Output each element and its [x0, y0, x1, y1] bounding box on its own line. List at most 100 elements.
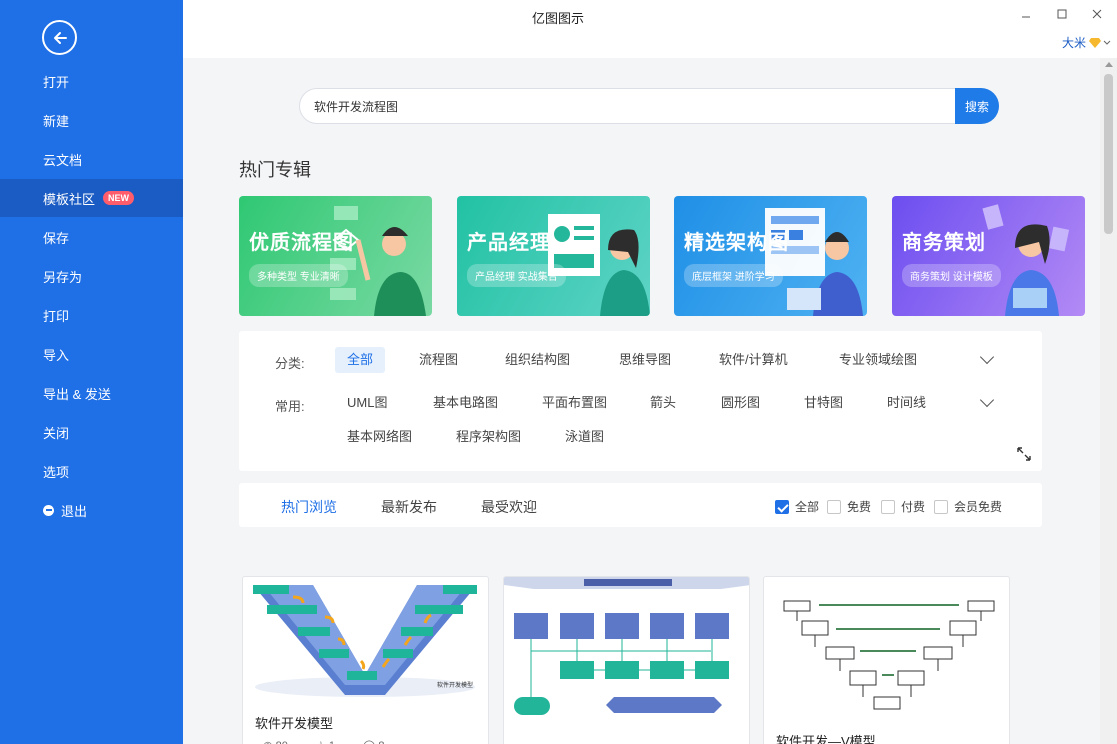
card-title: 软件开发—V模型	[776, 734, 876, 744]
new-badge: NEW	[103, 191, 135, 205]
sidebar-item-export-send[interactable]: 导出 & 发送	[0, 374, 183, 412]
category-professional[interactable]: 专业领域绘图	[827, 347, 929, 373]
common-floor-plan[interactable]: 平面布置图	[530, 390, 619, 416]
banner-business-plan[interactable]: 商务策划 商务策划 设计模板	[892, 196, 1085, 316]
close-window-button[interactable]	[1088, 6, 1106, 22]
thumb-up-icon: ☆	[316, 740, 326, 744]
filter-check-member-free[interactable]: 会员免费	[934, 498, 1002, 515]
username: 大米	[1061, 36, 1086, 50]
banner-product-manager[interactable]: 产品经理 产品经理 实战集合	[457, 196, 650, 316]
sort-tabs-panel: 热门浏览 最新发布 最受欢迎 全部 免费 付费 会员免费	[239, 483, 1042, 527]
vertical-scrollbar[interactable]	[1100, 58, 1117, 744]
search-button[interactable]: 搜索	[955, 88, 999, 124]
sidebar-item-open[interactable]: 打开	[0, 62, 183, 100]
common-gantt[interactable]: 甘特图	[792, 390, 855, 416]
sidebar-item-new[interactable]: 新建	[0, 101, 183, 139]
category-label: 分类:	[275, 356, 305, 371]
maximize-button[interactable]	[1053, 6, 1071, 22]
user-menu[interactable]: 大米	[1062, 34, 1111, 51]
flowchart-illustration	[330, 206, 426, 316]
sidebar: 打开 新建 云文档 模板社区 NEW 保存 另存为 打印 导入 导出 & 发送 关…	[0, 0, 183, 744]
banner-title: 精选架构图	[684, 232, 789, 254]
sidebar-item-save-as[interactable]: 另存为	[0, 257, 183, 295]
banner-title: 优质流程图	[249, 232, 354, 254]
template-card[interactable]: 软件开发模型 软件开发模型 ◉ 80 ☆ 1 ◯ 8	[242, 576, 489, 744]
card-stats: ◉ 80 ☆ 1 ◯ 8	[263, 739, 384, 744]
category-all[interactable]: 全部	[335, 347, 386, 373]
common-network[interactable]: 基本网络图	[335, 424, 424, 450]
checkbox[interactable]	[881, 499, 895, 514]
common-arrow[interactable]: 箭头	[638, 390, 688, 416]
sidebar-item-template-community[interactable]: 模板社区 NEW	[0, 179, 183, 217]
common-program-arch[interactable]: 程序架构图	[444, 424, 533, 450]
search-bar: 搜索	[299, 88, 999, 124]
maximize-icon	[1057, 9, 1067, 19]
sidebar-item-exit[interactable]: 退出	[0, 491, 183, 529]
minimize-button[interactable]	[1017, 6, 1035, 22]
sidebar-item-options[interactable]: 选项	[0, 452, 183, 490]
sidebar-item-close[interactable]: 关闭	[0, 413, 183, 451]
common-circle[interactable]: 圆形图	[709, 390, 772, 416]
minimize-icon	[1022, 16, 1030, 18]
tab-hot[interactable]: 热门浏览	[281, 497, 337, 517]
expand-icon[interactable]	[1016, 446, 1032, 465]
architecture-illustration	[765, 208, 863, 316]
tab-popular[interactable]: 最受欢迎	[481, 497, 537, 517]
filter-check-free[interactable]: 免费	[827, 498, 871, 515]
v-model-flow-thumbnail	[783, 600, 995, 710]
checkbox[interactable]	[775, 499, 789, 514]
back-button[interactable]	[42, 20, 77, 55]
banner-subtitle: 多种类型 专业清晰	[249, 264, 348, 287]
search-input[interactable]	[314, 89, 934, 123]
arrow-left-icon	[53, 31, 67, 44]
likes-count: ☆ 1	[316, 739, 335, 744]
close-icon	[1092, 9, 1102, 19]
thumbnail-caption: 软件开发模型	[437, 681, 473, 689]
common-uml[interactable]: UML图	[335, 390, 399, 416]
business-plan-illustration	[982, 204, 1070, 316]
views-count: ◉ 80	[263, 739, 288, 744]
common-swimlane[interactable]: 泳道图	[553, 424, 616, 450]
comments-count: ◯ 8	[363, 739, 385, 744]
banner-subtitle: 产品经理 实战集合	[467, 264, 566, 287]
vip-diamond-icon	[1089, 38, 1101, 48]
sidebar-item-print[interactable]: 打印	[0, 296, 183, 334]
card-title: 软件开发模型	[255, 716, 334, 731]
template-card[interactable]	[503, 576, 750, 744]
common-timeline[interactable]: 时间线	[875, 390, 938, 416]
common-label: 常用:	[275, 399, 305, 414]
chevron-down-icon[interactable]	[979, 392, 995, 408]
category-org-chart[interactable]: 组织结构图	[493, 347, 582, 373]
filter-check-paid[interactable]: 付费	[881, 498, 925, 515]
tab-latest[interactable]: 最新发布	[381, 497, 437, 517]
title-bar: 亿图图示 大米	[183, 0, 1117, 58]
common-circuit[interactable]: 基本电路图	[421, 390, 510, 416]
scroll-up-icon[interactable]	[1105, 62, 1113, 67]
comment-icon: ◯	[363, 740, 375, 744]
sidebar-item-import[interactable]: 导入	[0, 335, 183, 373]
main-content: 搜索 热门专辑 优质流程图 多种类型 专业清晰 产品经理 产品经理	[183, 58, 1100, 744]
product-manager-illustration	[548, 214, 650, 316]
banner-subtitle: 商务策划 设计模板	[902, 264, 1001, 287]
category-software[interactable]: 软件/计算机	[707, 347, 800, 373]
scrollbar-thumb[interactable]	[1104, 74, 1113, 234]
process-diagram-thumbnail	[504, 577, 749, 715]
eye-icon: ◉	[263, 740, 273, 744]
filter-panel: 分类: 全部 流程图 组织结构图 思维导图 软件/计算机 专业领域绘图 常用: …	[239, 331, 1042, 471]
resize-icon	[1017, 447, 1031, 461]
filter-check-all[interactable]: 全部	[775, 498, 819, 515]
exit-icon	[43, 504, 54, 516]
section-title: 热门专辑	[239, 160, 311, 180]
chevron-down-icon	[1103, 40, 1111, 45]
category-flowchart[interactable]: 流程图	[407, 347, 470, 373]
sidebar-item-cloud-docs[interactable]: 云文档	[0, 140, 183, 178]
template-card[interactable]: 软件开发—V模型	[763, 576, 1010, 744]
banner-architecture[interactable]: 精选架构图 底层框架 进阶学习	[674, 196, 867, 316]
chevron-down-icon[interactable]	[979, 349, 995, 365]
sidebar-item-save[interactable]: 保存	[0, 218, 183, 256]
checkbox[interactable]	[827, 499, 841, 514]
category-mind-map[interactable]: 思维导图	[607, 347, 683, 373]
checkbox[interactable]	[934, 499, 948, 514]
banner-flowchart[interactable]: 优质流程图 多种类型 专业清晰	[239, 196, 432, 316]
v-model-thumbnail: 软件开发模型	[253, 585, 477, 697]
